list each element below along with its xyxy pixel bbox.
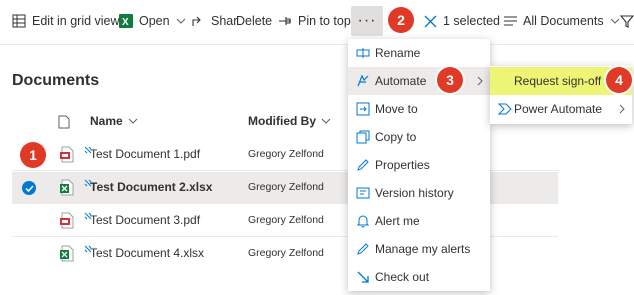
menu-item-copy-to[interactable]: Copy to	[348, 123, 490, 151]
move-icon	[356, 102, 370, 116]
column-header-modified-by[interactable]: Modified By	[248, 114, 331, 128]
menu-item-alert-me[interactable]: Alert me	[348, 207, 490, 235]
checkout-icon	[357, 271, 369, 283]
share-icon	[192, 16, 201, 26]
callout-badge: 4	[606, 67, 632, 93]
view-selector[interactable]: All Documents	[504, 10, 620, 32]
menu-item-check-out[interactable]: Check out	[348, 263, 490, 291]
grid-icon	[12, 14, 26, 28]
chevron-down-icon	[610, 18, 619, 24]
edit-grid-button[interactable]: Edit in grid view	[12, 10, 120, 32]
modified-by: Gregory Zelfond	[248, 181, 324, 193]
pencil-icon	[357, 243, 369, 255]
command-bar: Edit in grid view X Open Shar Delete Pin…	[0, 0, 634, 44]
bell-icon	[356, 215, 370, 228]
filter-button[interactable]	[620, 10, 634, 32]
excel-file-icon	[60, 179, 74, 201]
excel-icon: X	[119, 14, 133, 28]
menu-item-power-automate[interactable]: Power Automate	[490, 95, 632, 123]
chevron-down-icon	[128, 118, 138, 124]
share-button[interactable]: Shar	[191, 10, 237, 32]
power-automate-icon	[498, 103, 512, 115]
column-header-name[interactable]: Name	[90, 114, 138, 128]
chevron-right-icon	[477, 76, 483, 86]
modified-by: Gregory Zelfond	[248, 247, 324, 259]
chevron-down-icon	[176, 18, 185, 24]
checkmark-icon[interactable]	[22, 181, 36, 195]
menu-item-version-history[interactable]: Version history	[348, 179, 490, 207]
pin-icon	[279, 17, 291, 25]
file-name-link[interactable]: Test Document 4.xlsx	[90, 246, 204, 260]
toolbar-divider	[0, 44, 634, 45]
pdf-file-icon	[60, 146, 74, 168]
menu-item-properties[interactable]: Properties	[348, 151, 490, 179]
modified-by: Gregory Zelfond	[248, 148, 324, 160]
file-name-link[interactable]: Test Document 3.pdf	[90, 213, 200, 227]
page-title: Documents	[12, 72, 100, 89]
file-name-link[interactable]: Test Document 2.xlsx	[90, 180, 212, 194]
menu-item-manage-alerts[interactable]: Manage my alerts	[348, 235, 490, 263]
menu-item-rename[interactable]: Rename	[348, 39, 490, 67]
modified-by: Gregory Zelfond	[248, 214, 324, 226]
callout-badge: 2	[388, 7, 414, 33]
menu-item-move-to[interactable]: Move to	[348, 95, 490, 123]
chevron-right-icon	[619, 104, 625, 114]
more-button[interactable]: ···	[351, 6, 383, 36]
file-name-link[interactable]: Test Document 1.pdf	[90, 147, 200, 161]
file-type-header-icon[interactable]	[58, 115, 70, 134]
rename-icon	[356, 48, 370, 58]
pin-button[interactable]: Pin to top	[278, 10, 351, 32]
close-icon	[424, 15, 437, 27]
automate-icon	[357, 74, 369, 87]
excel-file-icon	[60, 245, 74, 267]
menu-item-automate[interactable]: Automate	[348, 67, 490, 95]
callout-badge: 3	[437, 67, 463, 93]
chevron-down-icon	[321, 118, 331, 124]
open-button[interactable]: X Open	[119, 10, 186, 32]
copy-icon	[356, 130, 370, 144]
clear-selection-button[interactable]: 1 selected	[424, 10, 500, 32]
pdf-file-icon	[60, 212, 74, 234]
context-menu: Rename Automate Move to Copy to Properti…	[348, 39, 490, 291]
svg-text:X: X	[122, 17, 129, 28]
list-icon	[504, 16, 517, 26]
callout-badge: 1	[20, 142, 46, 168]
delete-button[interactable]: Delete	[236, 10, 272, 32]
filter-icon	[620, 15, 634, 28]
history-icon	[356, 187, 370, 199]
pencil-icon	[357, 159, 369, 171]
